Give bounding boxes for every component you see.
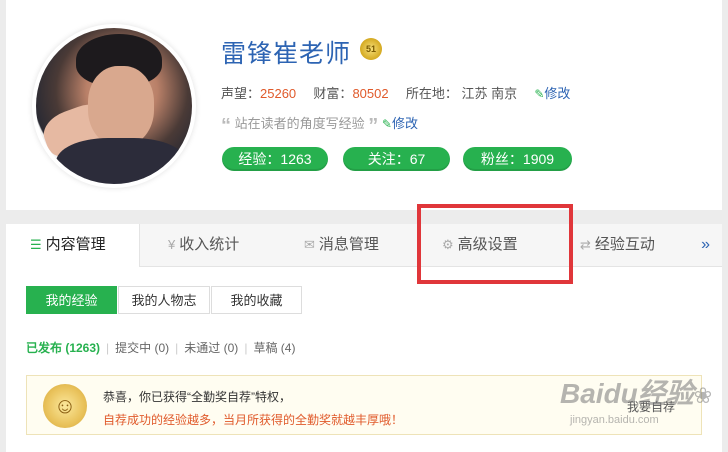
yen-icon: ¥: [168, 237, 176, 252]
location-label: 所在地：: [405, 86, 458, 101]
notice-title: 恭喜，你已获得“全勤奖自荐”特权，: [103, 390, 291, 404]
subtab-my-profiles[interactable]: 我的人物志: [118, 286, 210, 314]
location-value: 江苏 南京: [461, 86, 518, 101]
reputation-value: 25260: [260, 86, 297, 101]
subtab-my-favorites[interactable]: 我的收藏: [211, 286, 302, 314]
following-count-button[interactable]: 关注：67: [343, 147, 450, 171]
motto-text: 站在读者的角度写经验: [234, 116, 365, 131]
filter-rejected[interactable]: 未通过 (0): [184, 341, 238, 355]
filter-draft[interactable]: 草稿 (4): [253, 341, 295, 355]
profile-card: 雷锋崔老师 51 声望：25260 财富：80502 所在地： 江苏 南京 ✎修…: [6, 0, 722, 210]
close-quote-icon: ”: [368, 115, 379, 137]
edit-motto-link[interactable]: ✎修改: [382, 116, 418, 131]
wealth-value: 80502: [352, 86, 389, 101]
pencil-icon: ✎: [381, 117, 392, 131]
trophy-person-icon: ☺: [43, 384, 87, 428]
user-name[interactable]: 雷锋崔老师: [221, 34, 351, 70]
tab-experience-interaction[interactable]: ⇄ 经验互动: [580, 224, 655, 266]
paw-icon: ❀: [693, 383, 713, 408]
list-icon: ☰: [30, 237, 42, 252]
stats-line: 声望：25260 财富：80502 所在地： 江苏 南京 ✎修改: [221, 83, 570, 102]
subtab-my-experience[interactable]: 我的经验: [26, 286, 117, 314]
tab-message-management[interactable]: ✉ 消息管理: [304, 224, 379, 266]
highlight-annotation-box: [417, 204, 573, 284]
exchange-icon: ⇄: [580, 237, 591, 252]
mail-icon: ✉: [304, 237, 315, 252]
motto: “ 站在读者的角度写经验 ” ✎修改: [221, 113, 418, 138]
reputation-label: 声望：: [221, 86, 261, 101]
tab-content-management[interactable]: ☰ 内容管理: [6, 224, 140, 267]
wealth-label: 财富：: [313, 86, 353, 101]
pencil-icon: ✎: [534, 87, 545, 101]
tabs-more-button[interactable]: »: [701, 224, 710, 266]
edit-location-link[interactable]: ✎修改: [534, 86, 570, 101]
filter-submitting[interactable]: 提交中 (0): [115, 341, 169, 355]
status-filter: 已发布 (1263) | 提交中 (0) | 未通过 (0) | 草稿 (4): [26, 341, 296, 355]
fans-count-button[interactable]: 粉丝：1909: [463, 147, 572, 171]
notice-subtitle: 自荐成功的经验越多，当月所获得的全勤奖就越丰厚哦！: [103, 413, 404, 427]
avatar[interactable]: [36, 28, 192, 184]
baidu-watermark: Baidu经验❀ jingyan.baidu.com: [560, 372, 725, 432]
watermark-brand: Baidu经验: [560, 378, 694, 409]
level-badge-icon[interactable]: 51: [360, 38, 382, 60]
tab-income-stats[interactable]: ¥ 收入统计: [168, 224, 239, 266]
tab-bar: ☰ 内容管理 ¥ 收入统计 ✉ 消息管理 ⚙ 高级设置 ⇄ 经验互动 »: [6, 224, 722, 267]
experience-count-button[interactable]: 经验：1263: [222, 147, 328, 171]
open-quote-icon: “: [221, 115, 231, 137]
watermark-url: jingyan.baidu.com: [570, 414, 659, 426]
filter-published[interactable]: 已发布 (1263): [26, 341, 100, 355]
